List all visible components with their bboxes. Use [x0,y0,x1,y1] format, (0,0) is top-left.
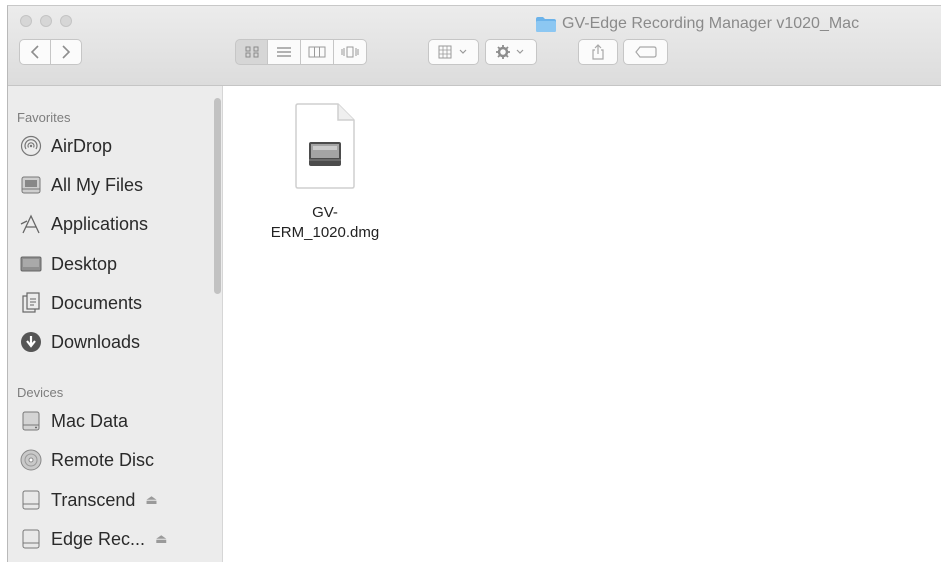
tags-button[interactable] [623,39,668,65]
favorites-header: Favorites [17,110,71,125]
share-icon [592,44,604,60]
sidebar-scrollbar[interactable] [214,98,221,294]
sidebar-item-label: Documents [51,292,143,313]
arrange-icon [438,45,466,59]
chevron-left-icon [30,45,39,59]
disc-icon [20,449,42,471]
window-title-text: GV-Edge Recording Manager v1020_Mac [562,15,860,32]
sidebar-item-label: Applications [51,213,149,234]
sidebar-item-mac-data[interactable]: Mac Data [20,407,128,435]
icon-view-icon [245,46,258,58]
applications-icon [20,213,42,235]
sidebar-item-desktop[interactable]: Desktop [20,250,117,278]
icon-view-button[interactable] [235,39,268,65]
finder-window: GV-Edge Recording Manager v1020_Mac Favo… [7,5,941,562]
sidebar-item-edge-rec[interactable]: Edge Rec... ⏏ [20,525,167,553]
minimize-window-button[interactable] [40,15,52,27]
tag-icon [634,46,657,58]
sidebar-item-applications[interactable]: Applications [20,210,148,238]
cover-flow-button[interactable] [334,39,367,65]
devices-header: Devices [17,385,64,400]
eject-icon[interactable]: ⏏ [145,492,157,508]
airdrop-icon [20,135,42,157]
sidebar-item-label: Transcend [51,489,136,510]
sidebar-item-label: Edge Rec... [51,528,146,549]
gear-icon [496,45,524,59]
sidebar-item-label: Desktop [51,253,118,274]
arrange-button[interactable] [428,39,479,65]
external-drive-icon [20,489,42,511]
downloads-icon [20,331,42,353]
column-view-button[interactable] [301,39,334,65]
dmg-file-icon [292,102,358,195]
chevron-right-icon [62,45,71,59]
window-title: GV-Edge Recording Manager v1020_Mac [536,14,859,34]
toolbar: GV-Edge Recording Manager v1020_Mac [8,6,941,86]
forward-button[interactable] [50,39,82,65]
file-item[interactable]: GV- ERM_1020.dmg [255,102,395,243]
sidebar-item-all-my-files[interactable]: All My Files [20,171,143,199]
sidebar-item-airdrop[interactable]: AirDrop [20,132,112,160]
sidebar-item-transcend[interactable]: Transcend ⏏ [20,486,158,514]
sidebar-item-documents[interactable]: Documents [20,289,142,317]
back-button[interactable] [19,39,51,65]
sidebar-item-label: Downloads [51,331,141,352]
hard-drive-icon [20,410,42,432]
sidebar-item-downloads[interactable]: Downloads [20,328,140,356]
list-view-button[interactable] [268,39,301,65]
action-button[interactable] [485,39,537,65]
view-mode-control [235,39,367,65]
column-view-icon [308,46,326,58]
close-window-button[interactable] [20,15,32,27]
file-browser-content: GV- ERM_1020.dmg [223,86,941,562]
all-files-icon [20,174,42,196]
zoom-window-button[interactable] [60,15,72,27]
sidebar-item-remote-disc[interactable]: Remote Disc [20,446,154,474]
sidebar-item-label: Remote Disc [51,449,155,470]
sidebar-item-label: Mac Data [51,410,129,431]
cover-flow-icon [341,46,359,58]
file-name: GV- ERM_1020.dmg [270,204,380,241]
sidebar-item-label: All My Files [51,174,144,195]
eject-icon[interactable]: ⏏ [155,531,167,547]
share-button[interactable] [578,39,618,65]
sidebar-item-label: AirDrop [51,135,113,156]
list-view-icon [277,47,291,57]
documents-icon [20,292,42,314]
desktop-icon [20,253,42,275]
external-drive-icon [20,528,42,550]
folder-icon [536,16,556,32]
sidebar: Favorites AirDrop All My Files Applicati… [8,86,223,562]
